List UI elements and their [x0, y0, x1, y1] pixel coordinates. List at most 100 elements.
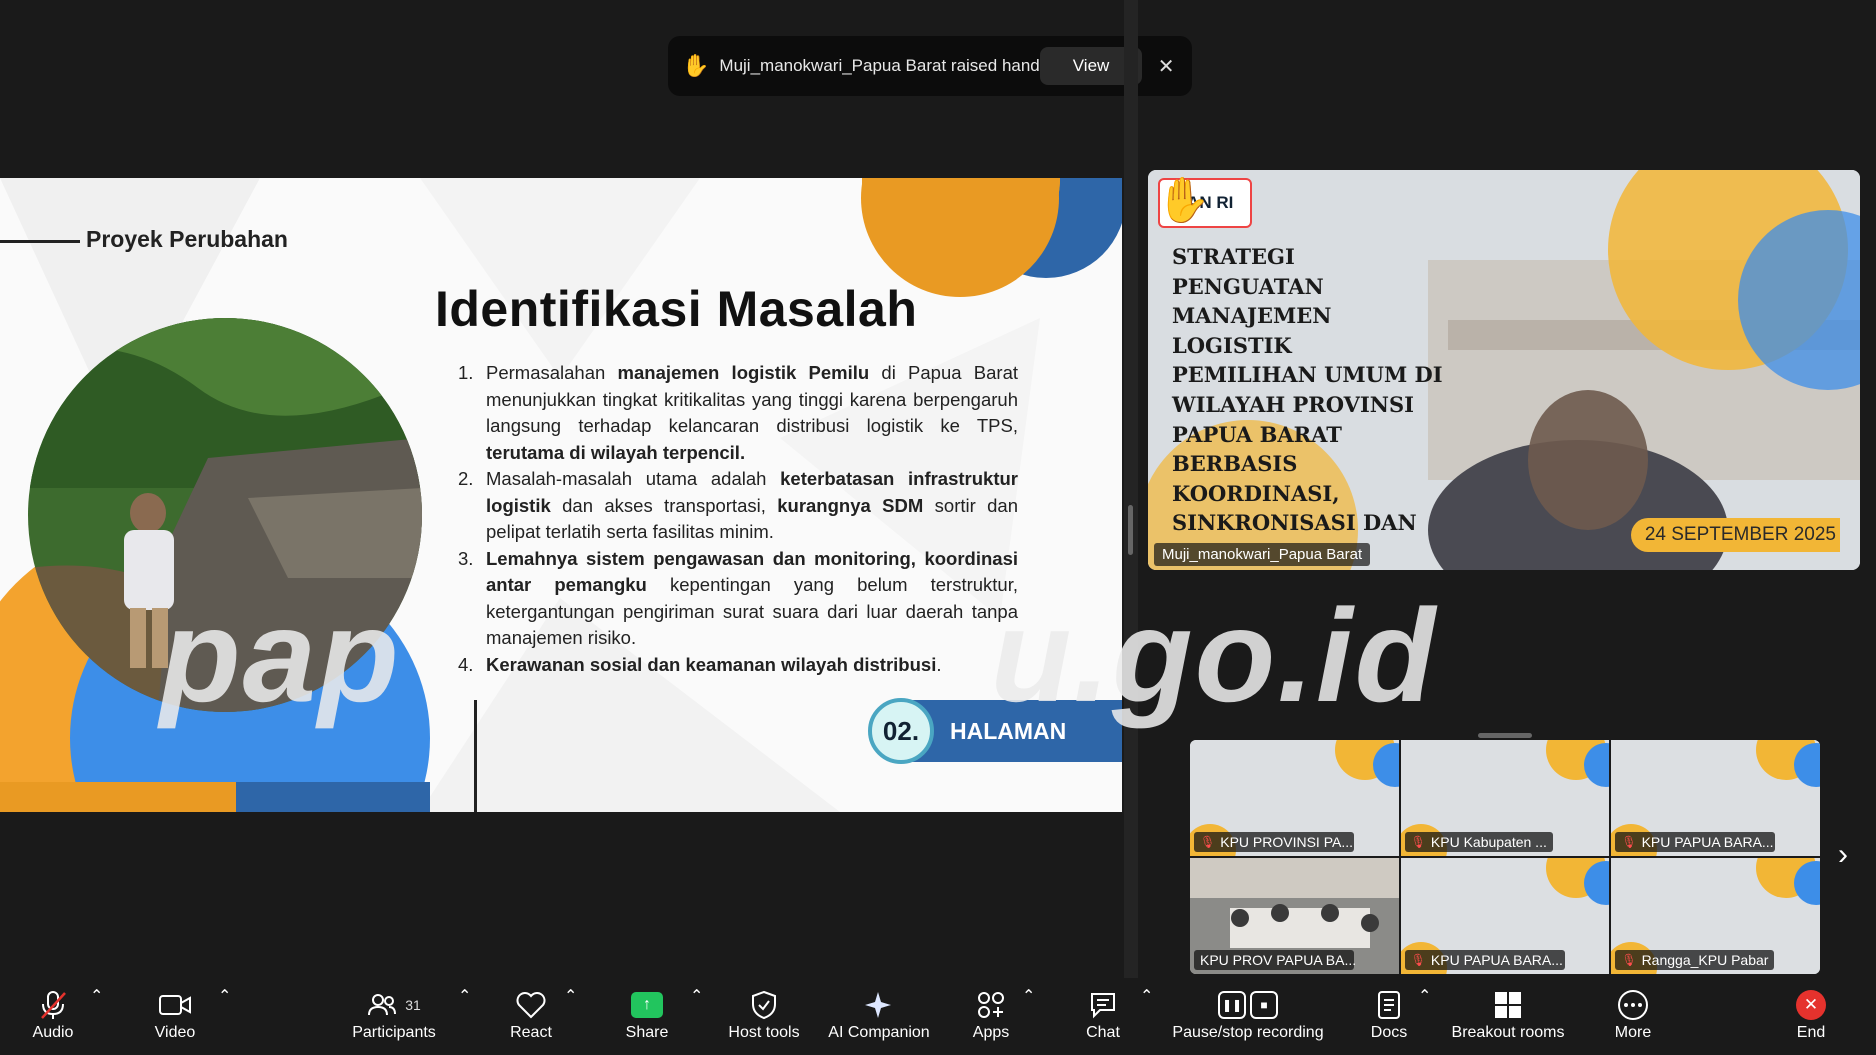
video-camera-icon	[158, 986, 192, 1024]
chevron-up-icon[interactable]: ⌃	[458, 986, 471, 1050]
end-call-icon: ✕	[1796, 990, 1826, 1020]
slide-title: Identifikasi Masalah	[435, 281, 918, 337]
share-screen-icon: ↑	[631, 992, 663, 1018]
speaker-title-line: PENGUATAN	[1172, 273, 1324, 299]
speaker-title-line: PEMILIHAN UMUM DI	[1172, 362, 1443, 388]
mic-muted-icon: 🎙	[1410, 953, 1426, 967]
slide-section-title: Proyek Perubahan	[86, 226, 288, 252]
chevron-right-icon[interactable]: ›	[1838, 838, 1848, 872]
breakout-rooms-label: Breakout rooms	[1451, 1024, 1565, 1041]
mic-muted-icon: 🎙	[1410, 835, 1426, 849]
participant-tile[interactable]: 🎙 KPU PAPUA BARA...	[1611, 740, 1820, 856]
end-button[interactable]: ✕ End	[1786, 986, 1836, 1050]
notification-message: Muji_manokwari_Papua Barat raised hand	[719, 56, 1040, 75]
close-icon[interactable]: ✕	[1154, 54, 1178, 79]
problem-list-item: 2. Masalah-masalah utama adalah keterbata…	[458, 466, 1018, 546]
video-button[interactable]: Video	[150, 986, 200, 1050]
participant-name-tag: 🎙 KPU PAPUA BARA...	[1404, 950, 1565, 970]
share-button[interactable]: ↑ Share	[622, 986, 672, 1050]
chat-icon	[1088, 986, 1118, 1024]
speaker-title-line: MANAJEMEN	[1172, 303, 1332, 329]
active-speaker-video[interactable]: LAN RI ✋ STRATEGI PENGUATAN MANAJEMEN LOGIS…	[1148, 170, 1860, 570]
speaker-title-line: KOORDINASI,	[1172, 480, 1340, 506]
speaker-background-date: 24 SEPTEMBER 2025	[1630, 518, 1840, 552]
chevron-up-icon[interactable]: ⌃	[218, 986, 231, 1050]
meeting-toolbar: Audio ⌃ Video ⌃ 31 Participants ⌃ React …	[0, 978, 1876, 1055]
speaker-title-line: LOGISTIK	[1172, 332, 1292, 358]
more-icon	[1617, 986, 1649, 1024]
docs-button[interactable]: Docs	[1364, 986, 1414, 1050]
recording-label: Pause/stop recording	[1172, 1024, 1324, 1041]
participant-name: Rangga_KPU Pabar	[1641, 952, 1769, 968]
participant-name: KPU PAPUA BARA...	[1641, 834, 1774, 850]
breakout-rooms-button[interactable]: Breakout rooms	[1450, 986, 1566, 1050]
shield-icon	[751, 986, 777, 1024]
chevron-up-icon[interactable]: ⌃	[1418, 986, 1431, 1050]
participant-name: KPU PROVINSI PA...	[1220, 834, 1354, 850]
chat-button[interactable]: Chat	[1078, 986, 1128, 1050]
participant-gallery: 🎙 KPU PROVINSI PA... 🎙 KPU Kabupaten ... 🎙 KP…	[1190, 740, 1820, 974]
participants-label: Participants	[352, 1024, 436, 1041]
speaker-title-line: STRATEGI	[1172, 244, 1295, 269]
host-tools-label: Host tools	[728, 1024, 800, 1041]
audio-label: Audio	[32, 1024, 74, 1041]
mic-muted-icon: 🎙	[1621, 953, 1637, 967]
share-label: Share	[625, 1024, 669, 1041]
mic-muted-icon: 🎙	[1200, 835, 1216, 849]
sparkle-icon	[864, 986, 894, 1024]
apps-icon	[976, 986, 1006, 1024]
breakout-rooms-icon	[1493, 986, 1523, 1024]
problem-list-text: Permasalahan manajemen logistik Pemilu d…	[486, 362, 1018, 463]
participants-button[interactable]: 31 Participants	[346, 986, 442, 1050]
document-icon	[1376, 986, 1402, 1024]
speaker-title-line: BERBASIS	[1172, 451, 1298, 477]
participant-tile[interactable]: 🎙 Rangga_KPU Pabar	[1611, 858, 1820, 974]
more-label: More	[1614, 1024, 1652, 1041]
participant-tile[interactable]: 🎙 KPU Kabupaten ...	[1400, 740, 1610, 856]
problem-list-number: 1.	[458, 362, 474, 383]
chevron-up-icon[interactable]: ⌃	[690, 986, 703, 1050]
watermark: pap u.go.id	[160, 580, 1437, 731]
participant-tile[interactable]: 🎙 KPU PROVINSI PA...	[1190, 740, 1399, 856]
speaker-name-tag: Muji_manokwari_Papua Barat	[1154, 543, 1371, 566]
participant-name-tag: 🎙 KPU Kabupaten ...	[1404, 832, 1553, 852]
raised-hand-icon: ✋	[682, 53, 710, 78]
participant-name: KPU PROV PAPUA BA...	[1200, 952, 1357, 968]
gallery-resize-handle[interactable]	[1478, 733, 1532, 738]
react-label: React	[510, 1024, 552, 1041]
pause-stop-icon: ❚❚ ■	[1218, 991, 1278, 1019]
watermark-left: pap	[160, 582, 401, 729]
participant-name-tag: 🎙 KPU PROVINSI PA...	[1194, 832, 1354, 852]
participant-name: KPU PAPUA BARA...	[1430, 952, 1563, 968]
ai-companion-button[interactable]: AI Companion	[824, 986, 934, 1050]
mic-muted-icon	[39, 986, 67, 1024]
chevron-up-icon[interactable]: ⌃	[564, 986, 577, 1050]
ai-companion-label: AI Companion	[828, 1024, 930, 1041]
watermark-right: u.go.id	[990, 582, 1438, 729]
heart-icon	[515, 986, 547, 1024]
apps-button[interactable]: Apps	[966, 986, 1016, 1050]
speaker-background-title: STRATEGI PENGUATAN MANAJEMEN LOGISTIK PEMILI…	[1172, 242, 1443, 538]
participant-tile[interactable]: KPU PROV PAPUA BA...	[1190, 858, 1399, 974]
host-tools-button[interactable]: Host tools	[724, 986, 804, 1050]
speaker-title-line: WILAYAH PROVINSI	[1172, 391, 1414, 417]
participant-name-tag: 🎙 Rangga_KPU Pabar	[1615, 950, 1775, 970]
chevron-up-icon[interactable]: ⌃	[90, 986, 103, 1050]
docs-label: Docs	[1370, 1024, 1408, 1041]
problem-list-item: 1. Permasalahan manajemen logistik Pemilu…	[458, 360, 1018, 466]
recording-button[interactable]: ❚❚ ■ Pause/stop recording	[1172, 986, 1324, 1050]
speaker-title-line: PAPUA BARAT	[1172, 421, 1342, 447]
chevron-up-icon[interactable]: ⌃	[1022, 986, 1035, 1050]
video-label: Video	[154, 1024, 196, 1041]
participants-icon: 31	[367, 986, 421, 1024]
participant-tile[interactable]: 🎙 KPU PAPUA BARA...	[1400, 858, 1610, 974]
panel-resize-handle[interactable]	[1128, 505, 1133, 555]
audio-button[interactable]: Audio	[28, 986, 78, 1050]
section-title-line	[0, 240, 80, 243]
react-button[interactable]: React	[506, 986, 556, 1050]
chevron-up-icon[interactable]: ⌃	[1140, 986, 1153, 1050]
raised-hand-notification: ✋ Muji_manokwari_Papua Barat raised hand…	[668, 36, 1192, 96]
mic-muted-icon: 🎙	[1621, 835, 1637, 849]
more-button[interactable]: More	[1608, 986, 1658, 1050]
panel-divider	[1124, 0, 1138, 978]
